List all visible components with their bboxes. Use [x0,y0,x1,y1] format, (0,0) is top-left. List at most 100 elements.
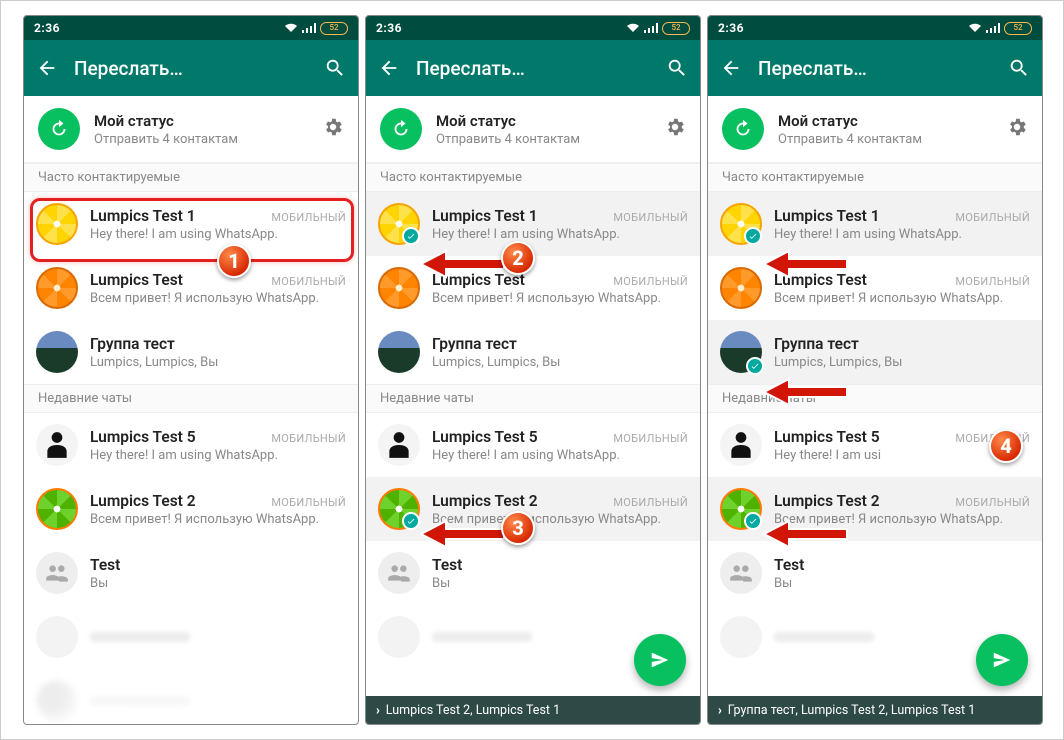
contact-status: Всем привет! Я использую WhatsApp. [90,291,346,306]
contact-name: Группа тест [432,335,517,353]
battery-icon: 52 [320,22,348,35]
send-fab-button[interactable] [976,634,1028,686]
my-status-subtitle: Отправить 4 контактам [94,132,308,147]
selected-check-icon [744,227,762,245]
my-status-avatar [722,108,764,150]
statusbar-right: 52 [968,22,1032,35]
contact-row-lumpics-test-2[interactable]: Lumpics Test 2 МОБИЛЬНЫЙ Всем привет! Я … [24,477,358,541]
my-status-row[interactable]: Мой статус Отправить 4 контактам [24,96,358,163]
avatar-group-test [720,331,762,373]
my-status-subtitle: Отправить 4 контактам [436,132,650,147]
avatar-lumpics-test [378,267,420,309]
annotation-badge-2: 2 [501,241,535,275]
selection-footer: › Группа тест, Lumpics Test 2, Lumpics T… [708,696,1042,724]
wifi-icon [968,23,982,33]
avatar-lumpics-test-5 [36,424,78,466]
contact-tag: МОБИЛЬНЫЙ [613,275,688,288]
contact-status: Всем привет! Я использую WhatsApp. [774,291,1030,306]
contact-row-lumpics-test-1[interactable]: Lumpics Test 1МОБИЛЬНЫЙ Hey there! I am … [708,192,1042,256]
phone-panel-3: 2:36 52 Переслать… Мой статус Отправить … [707,15,1043,725]
contact-tag: МОБИЛЬНЫЙ [955,211,1030,224]
contact-row-group-test[interactable]: Группа тест Lumpics, Lumpics, Вы [708,320,1042,384]
selection-footer-text: Группа тест, Lumpics Test 2, Lumpics Tes… [728,703,975,718]
avatar-lumpics-test-1 [36,203,78,245]
contact-name: Lumpics Test 5 [774,428,880,446]
send-fab-button[interactable] [634,634,686,686]
contact-row-test[interactable]: Test Вы [366,541,700,605]
contact-status: Hey there! I am using WhatsApp. [432,227,688,242]
contact-tag: МОБИЛЬНЫЙ [271,275,346,288]
contact-status: Вы [774,576,1030,591]
chevron-right-icon: › [376,703,380,718]
contact-tag: МОБИЛЬНЫЙ [271,496,346,509]
my-status-title: Мой статус [436,112,650,130]
selected-check-icon [402,512,420,530]
contact-row-group-test[interactable]: Группа тест Lumpics, Lumpics, Вы [24,320,358,384]
signal-icon [302,23,316,33]
contact-tag: МОБИЛЬНЫЙ [955,496,1030,509]
statusbar-right: 52 [626,22,690,35]
back-button[interactable] [36,57,58,79]
selected-check-icon [746,357,764,375]
section-recent: Недавние чаты [708,384,1042,413]
my-status-row[interactable]: Мой статус Отправить 4 контактам [366,96,700,163]
avatar-faded [36,680,78,722]
contact-row-group-test[interactable]: Группа тест Lumpics, Lumpics, Вы [366,320,700,384]
search-button[interactable] [324,57,346,79]
contact-row-faded-2 [24,669,358,725]
contact-status: Всем привет! Я использую WhatsApp. [432,291,688,306]
contact-row-test[interactable]: Test Вы [708,541,1042,605]
section-frequent: Часто контактируемые [708,163,1042,192]
avatar-lumpics-test-2 [378,488,420,530]
contact-name: Lumpics Test 2 [774,492,880,510]
contact-tag: МОБИЛЬНЫЙ [955,275,1030,288]
contact-name: Lumpics Test 2 [90,492,196,510]
selected-check-icon [744,512,762,530]
avatar-lumpics-test-5 [720,424,762,466]
contact-name: Lumpics Test 1 [432,207,538,225]
contact-tag: МОБИЛЬНЫЙ [613,432,688,445]
contact-status: Всем привет! Я использую WhatsApp. [432,512,688,527]
contact-name: Test [774,556,804,574]
search-button[interactable] [1008,57,1030,79]
contact-row-lumpics-test-1[interactable]: Lumpics Test 1МОБИЛЬНЫЙ Hey there! I am … [366,192,700,256]
search-button[interactable] [666,57,688,79]
contact-row-test[interactable]: Test Вы [24,541,358,605]
phone-panel-2: 2:36 52 Переслать… Мой статус Отправить … [365,15,701,725]
annotation-badge-3: 3 [501,511,535,545]
contact-row-lumpics-test-1[interactable]: Lumpics Test 1 МОБИЛЬНЫЙ Hey there! I am… [24,192,358,256]
contact-name: Test [90,556,120,574]
app-header: Переслать… [366,40,700,96]
status-settings-button[interactable] [322,116,344,142]
selection-footer-text: Lumpics Test 2, Lumpics Test 1 [386,703,560,718]
contact-row-lumpics-test-5[interactable]: Lumpics Test 5МОБИЛЬНЫЙ Hey there! I am … [366,413,700,477]
status-bar: 2:36 52 [24,16,358,40]
contact-row-lumpics-test-5[interactable]: Lumpics Test 5 МОБИЛЬНЫЙ Hey there! I am… [24,413,358,477]
signal-icon [644,23,658,33]
status-bar: 2:36 52 [708,16,1042,40]
battery-icon: 52 [1004,22,1032,35]
contact-status: Всем привет! Я использую WhatsApp. [90,512,346,527]
avatar-faded [378,616,420,658]
chevron-right-icon: › [718,703,722,718]
avatar-lumpics-test-1 [378,203,420,245]
contact-row-lumpics-test-2[interactable]: Lumpics Test 2 МОБИЛЬНЫЙ Всем привет! Я и… [708,477,1042,541]
avatar-lumpics-test-2 [36,488,78,530]
contact-row-lumpics-test[interactable]: Lumpics Test МОБИЛЬНЫЙ Всем привет! Я ис… [24,256,358,320]
contact-name: Группа тест [774,335,859,353]
status-settings-button[interactable] [1006,116,1028,142]
avatar-group-test [378,331,420,373]
avatar-test [378,552,420,594]
contact-row-faded [24,605,358,669]
contact-tag: МОБИЛЬНЫЙ [271,432,346,445]
back-button[interactable] [720,57,742,79]
contact-status: Всем привет! Я использую WhatsApp. [774,512,1030,527]
contact-row-lumpics-test[interactable]: Lumpics TestМОБИЛЬНЫЙ Всем привет! Я исп… [708,256,1042,320]
status-settings-button[interactable] [664,116,686,142]
app-header: Переслать… [24,40,358,96]
contact-status: Hey there! I am using WhatsApp. [774,227,1030,242]
contact-status: Вы [90,576,346,591]
contact-name: Lumpics Test 1 [90,207,196,225]
my-status-row[interactable]: Мой статус Отправить 4 контактам [708,96,1042,163]
back-button[interactable] [378,57,400,79]
